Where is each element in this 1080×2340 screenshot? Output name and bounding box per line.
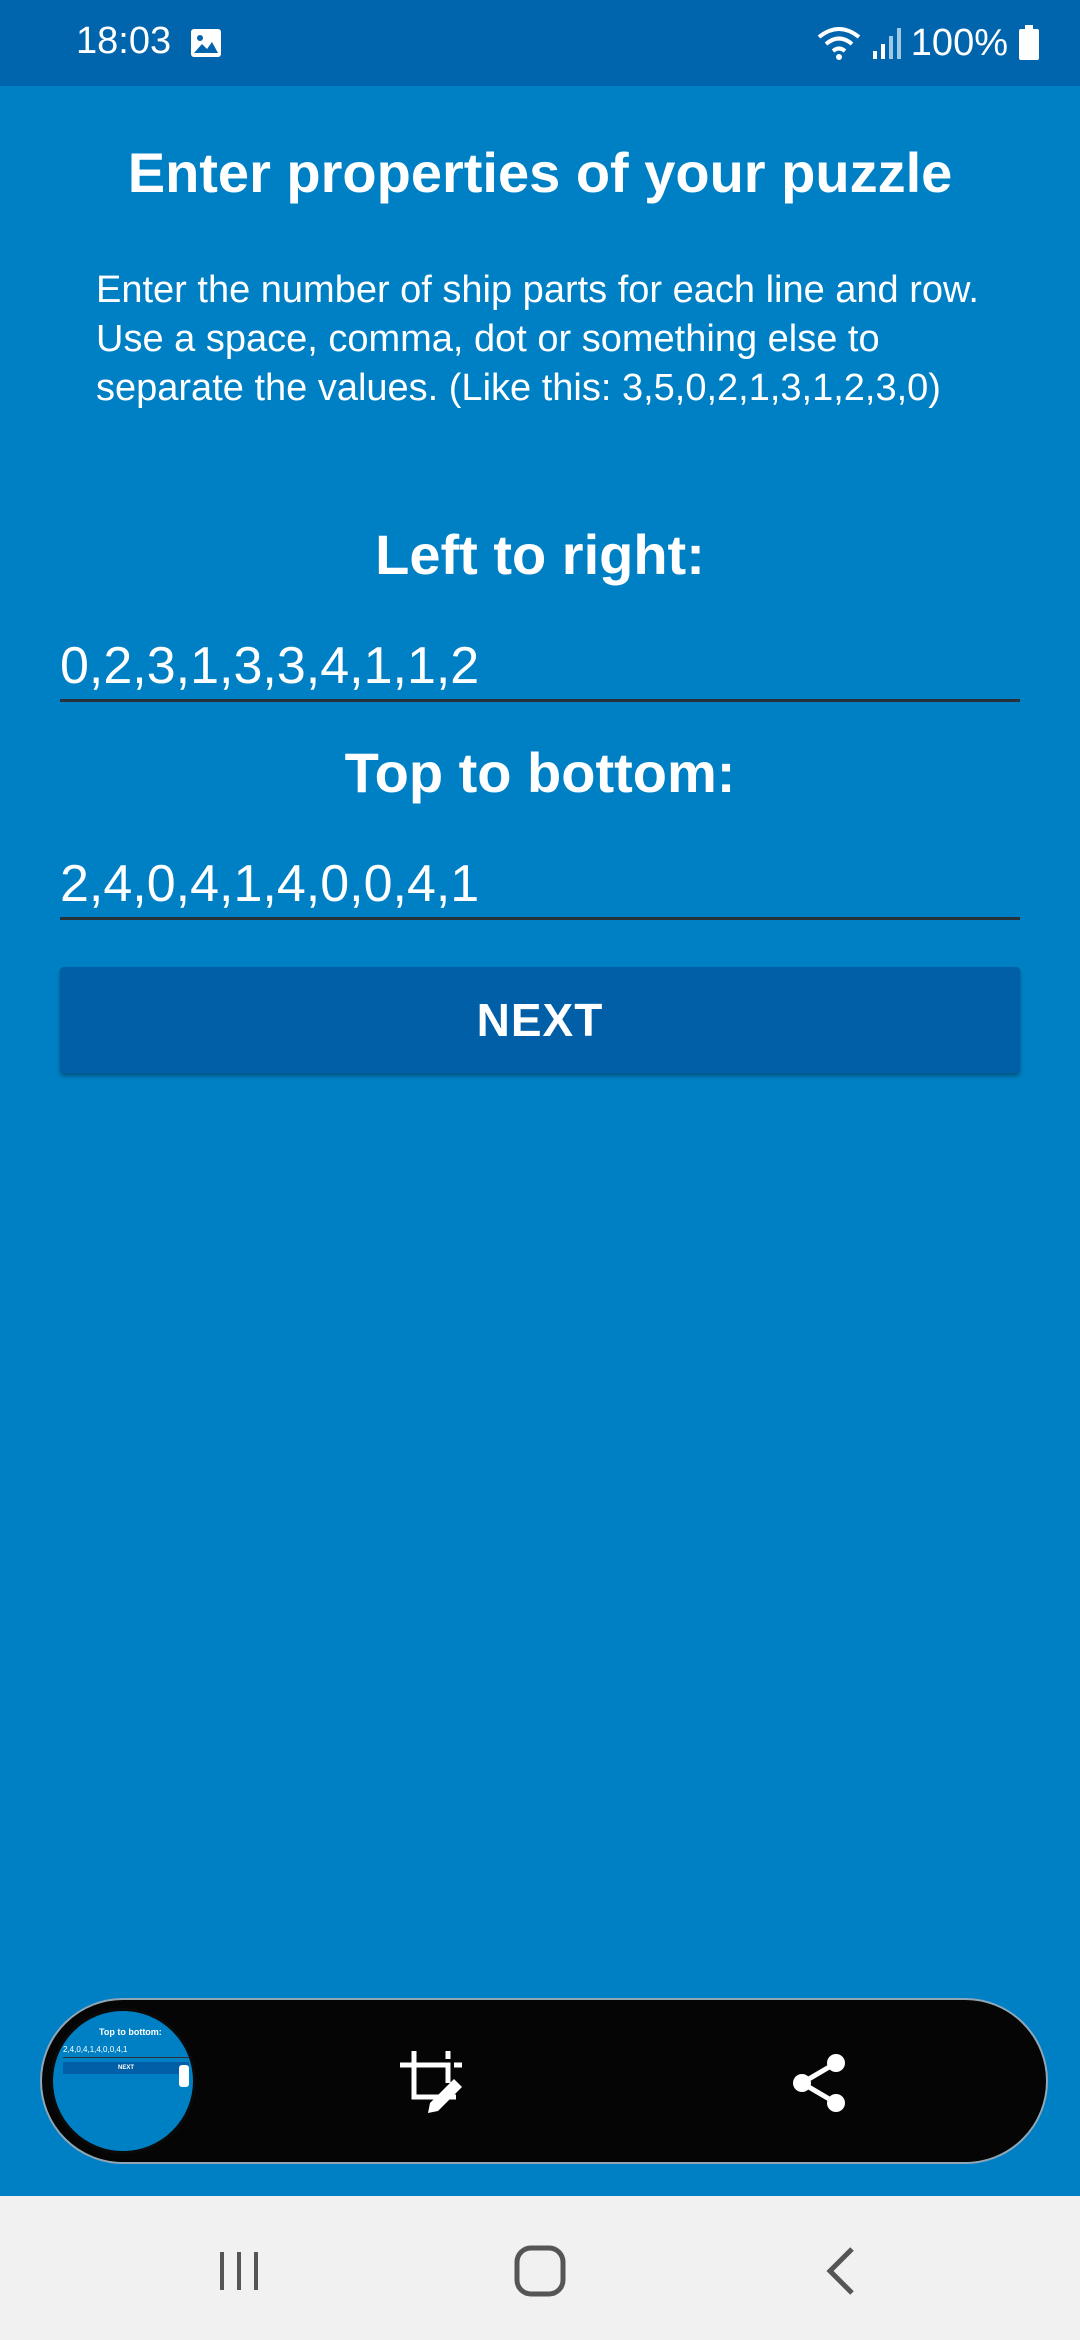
back-icon <box>826 2247 854 2295</box>
gallery-icon <box>191 29 221 57</box>
top-to-bottom-label: Top to bottom: <box>344 741 736 804</box>
wifi-icon <box>817 27 861 60</box>
crop-edit-button[interactable] <box>384 2035 480 2131</box>
recent-apps-button[interactable] <box>190 2236 290 2306</box>
next-button[interactable]: NEXT <box>60 967 1020 1073</box>
thumbnail-label: Top to bottom: <box>99 2027 162 2037</box>
status-right: 100% <box>817 18 1040 68</box>
top-to-bottom-input[interactable] <box>60 850 1020 920</box>
battery-percent: 100% <box>910 21 1008 64</box>
back-button[interactable] <box>790 2236 890 2306</box>
thumbnail-button: NEXT <box>63 2062 189 2074</box>
screenshot-thumbnail[interactable]: Top to bottom: 2,4,0,4,1,4,0,0,4,1 NEXT <box>50 2008 196 2154</box>
screenshot-toolbar: Top to bottom: 2,4,0,4,1,4,0,0,4,1 NEXT <box>40 1998 1048 2164</box>
left-to-right-label: Left to right: <box>375 523 705 586</box>
recent-apps-icon <box>220 2252 258 2290</box>
status-bar: 18:03 100% <box>0 0 1080 86</box>
crop-edit-icon <box>400 2051 462 2113</box>
battery-icon <box>1019 25 1039 60</box>
share-icon <box>793 2054 845 2112</box>
home-button[interactable] <box>490 2236 590 2306</box>
instructions-text: Enter the number of ship parts for each … <box>96 269 979 409</box>
thumbnail-speaker-icon <box>179 2065 189 2087</box>
share-button[interactable] <box>772 2035 868 2131</box>
thumbnail-values: 2,4,0,4,1,4,0,0,4,1 <box>63 2045 128 2054</box>
page-title: Enter properties of your puzzle <box>127 141 953 204</box>
navigation-bar <box>0 2196 1080 2340</box>
home-icon <box>514 2245 566 2297</box>
left-to-right-input[interactable] <box>60 632 1020 702</box>
thumbnail-divider <box>63 2057 189 2058</box>
status-time: 18:03 <box>76 20 172 62</box>
signal-icon <box>872 28 901 59</box>
